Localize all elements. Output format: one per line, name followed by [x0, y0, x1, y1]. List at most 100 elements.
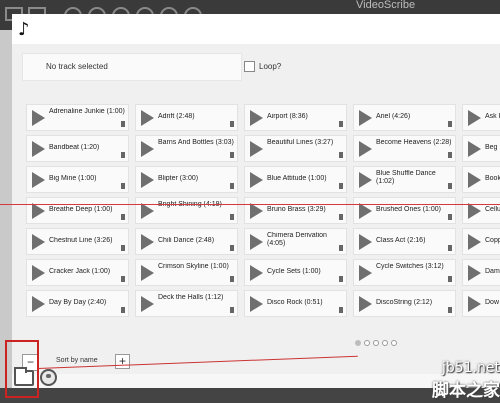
track-tile[interactable]: Adrift (2:48): [135, 104, 238, 131]
track-menu-icon[interactable]: [339, 152, 343, 158]
play-icon[interactable]: [250, 141, 263, 157]
track-menu-icon[interactable]: [448, 245, 452, 251]
track-menu-icon[interactable]: [339, 214, 343, 220]
play-icon[interactable]: [250, 110, 263, 126]
play-icon[interactable]: [468, 265, 481, 281]
track-tile[interactable]: Disco Rock (0:51): [244, 290, 347, 317]
track-tile[interactable]: Dow: [462, 290, 500, 317]
play-icon[interactable]: [141, 234, 154, 250]
track-tile[interactable]: Deck the Halls (1:12): [135, 290, 238, 317]
page-dot[interactable]: [373, 340, 379, 346]
track-menu-icon[interactable]: [339, 245, 343, 251]
play-icon[interactable]: [468, 110, 481, 126]
track-tile[interactable]: Airport (8:36): [244, 104, 347, 131]
loop-toggle[interactable]: Loop?: [244, 61, 281, 72]
play-icon[interactable]: [250, 172, 263, 188]
play-icon[interactable]: [468, 141, 481, 157]
track-menu-icon[interactable]: [448, 214, 452, 220]
play-icon[interactable]: [32, 203, 45, 219]
play-icon[interactable]: [468, 203, 481, 219]
track-tile[interactable]: Cracker Jack (1:00): [26, 259, 129, 286]
track-tile[interactable]: Beautiful Lines (3:27): [244, 135, 347, 162]
track-menu-icon[interactable]: [230, 214, 234, 220]
track-tile[interactable]: Crimson Skyline (1:00): [135, 259, 238, 286]
track-menu-icon[interactable]: [230, 152, 234, 158]
play-icon[interactable]: [32, 172, 45, 188]
play-icon[interactable]: [359, 234, 372, 250]
loop-checkbox[interactable]: [244, 61, 255, 72]
track-menu-icon[interactable]: [448, 121, 452, 127]
track-menu-icon[interactable]: [339, 183, 343, 189]
track-tile[interactable]: Bright Shining (4:19): [135, 197, 238, 224]
play-icon[interactable]: [32, 234, 45, 250]
play-icon[interactable]: [141, 265, 154, 281]
play-icon[interactable]: [359, 203, 372, 219]
track-tile[interactable]: Blipter (3:00): [135, 166, 238, 193]
track-menu-icon[interactable]: [121, 121, 125, 127]
globe-icon[interactable]: [40, 369, 57, 386]
play-icon[interactable]: [32, 110, 45, 126]
track-tile[interactable]: Dam: [462, 259, 500, 286]
sort-by-name-label[interactable]: Sort by name: [56, 357, 98, 364]
track-tile[interactable]: Ariel (4:26): [353, 104, 456, 131]
track-tile[interactable]: Book: [462, 166, 500, 193]
play-icon[interactable]: [32, 141, 45, 157]
track-menu-icon[interactable]: [121, 152, 125, 158]
track-menu-icon[interactable]: [121, 214, 125, 220]
track-tile[interactable]: Blue Shuffle Dance (1:02): [353, 166, 456, 193]
play-icon[interactable]: [468, 234, 481, 250]
track-menu-icon[interactable]: [230, 276, 234, 282]
track-menu-icon[interactable]: [121, 276, 125, 282]
play-icon[interactable]: [468, 172, 481, 188]
track-menu-icon[interactable]: [121, 245, 125, 251]
play-icon[interactable]: [32, 265, 45, 281]
play-icon[interactable]: [250, 234, 263, 250]
page-dot[interactable]: [382, 340, 388, 346]
track-tile[interactable]: Chili Dance (2:48): [135, 228, 238, 255]
track-tile[interactable]: Bandbeat (1:20): [26, 135, 129, 162]
track-tile[interactable]: Chestnut Line (3:26): [26, 228, 129, 255]
track-tile[interactable]: Cycle Switches (3:12): [353, 259, 456, 286]
play-icon[interactable]: [359, 110, 372, 126]
play-icon[interactable]: [141, 141, 154, 157]
track-tile[interactable]: DiscoString (2:12): [353, 290, 456, 317]
track-tile[interactable]: Adrenaline Junkie (1:00): [26, 104, 129, 131]
track-menu-icon[interactable]: [230, 307, 234, 313]
play-icon[interactable]: [250, 265, 263, 281]
play-icon[interactable]: [141, 110, 154, 126]
track-menu-icon[interactable]: [339, 121, 343, 127]
play-icon[interactable]: [359, 141, 372, 157]
track-tile[interactable]: Ask I: [462, 104, 500, 131]
track-tile[interactable]: Chimera Derivation (4:05): [244, 228, 347, 255]
track-menu-icon[interactable]: [121, 183, 125, 189]
track-menu-icon[interactable]: [339, 276, 343, 282]
track-tile[interactable]: Cellu: [462, 197, 500, 224]
track-menu-icon[interactable]: [230, 121, 234, 127]
play-icon[interactable]: [141, 296, 154, 312]
track-tile[interactable]: Copp: [462, 228, 500, 255]
play-icon[interactable]: [250, 296, 263, 312]
track-menu-icon[interactable]: [448, 183, 452, 189]
play-icon[interactable]: [141, 203, 154, 219]
track-tile[interactable]: Blue Attitude (1:00): [244, 166, 347, 193]
play-icon[interactable]: [141, 172, 154, 188]
track-tile[interactable]: Big Mine (1:00): [26, 166, 129, 193]
track-menu-icon[interactable]: [448, 276, 452, 282]
play-icon[interactable]: [359, 296, 372, 312]
page-dot[interactable]: [391, 340, 397, 346]
track-tile[interactable]: Bruno Brass (3:29): [244, 197, 347, 224]
track-tile[interactable]: Cycle Sets (1:00): [244, 259, 347, 286]
play-icon[interactable]: [468, 296, 481, 312]
track-menu-icon[interactable]: [121, 307, 125, 313]
track-tile[interactable]: Breathe Deep (1:00): [26, 197, 129, 224]
add-track-button[interactable]: +: [115, 354, 130, 369]
track-tile[interactable]: Beg: [462, 135, 500, 162]
page-dot[interactable]: [355, 340, 361, 346]
track-tile[interactable]: Become Heavens (2:28): [353, 135, 456, 162]
track-tile[interactable]: Day By Day (2:40): [26, 290, 129, 317]
track-tile[interactable]: Barns And Bottles (3:03): [135, 135, 238, 162]
track-menu-icon[interactable]: [448, 307, 452, 313]
track-menu-icon[interactable]: [230, 245, 234, 251]
play-icon[interactable]: [32, 296, 45, 312]
track-tile[interactable]: Class Act (2:16): [353, 228, 456, 255]
